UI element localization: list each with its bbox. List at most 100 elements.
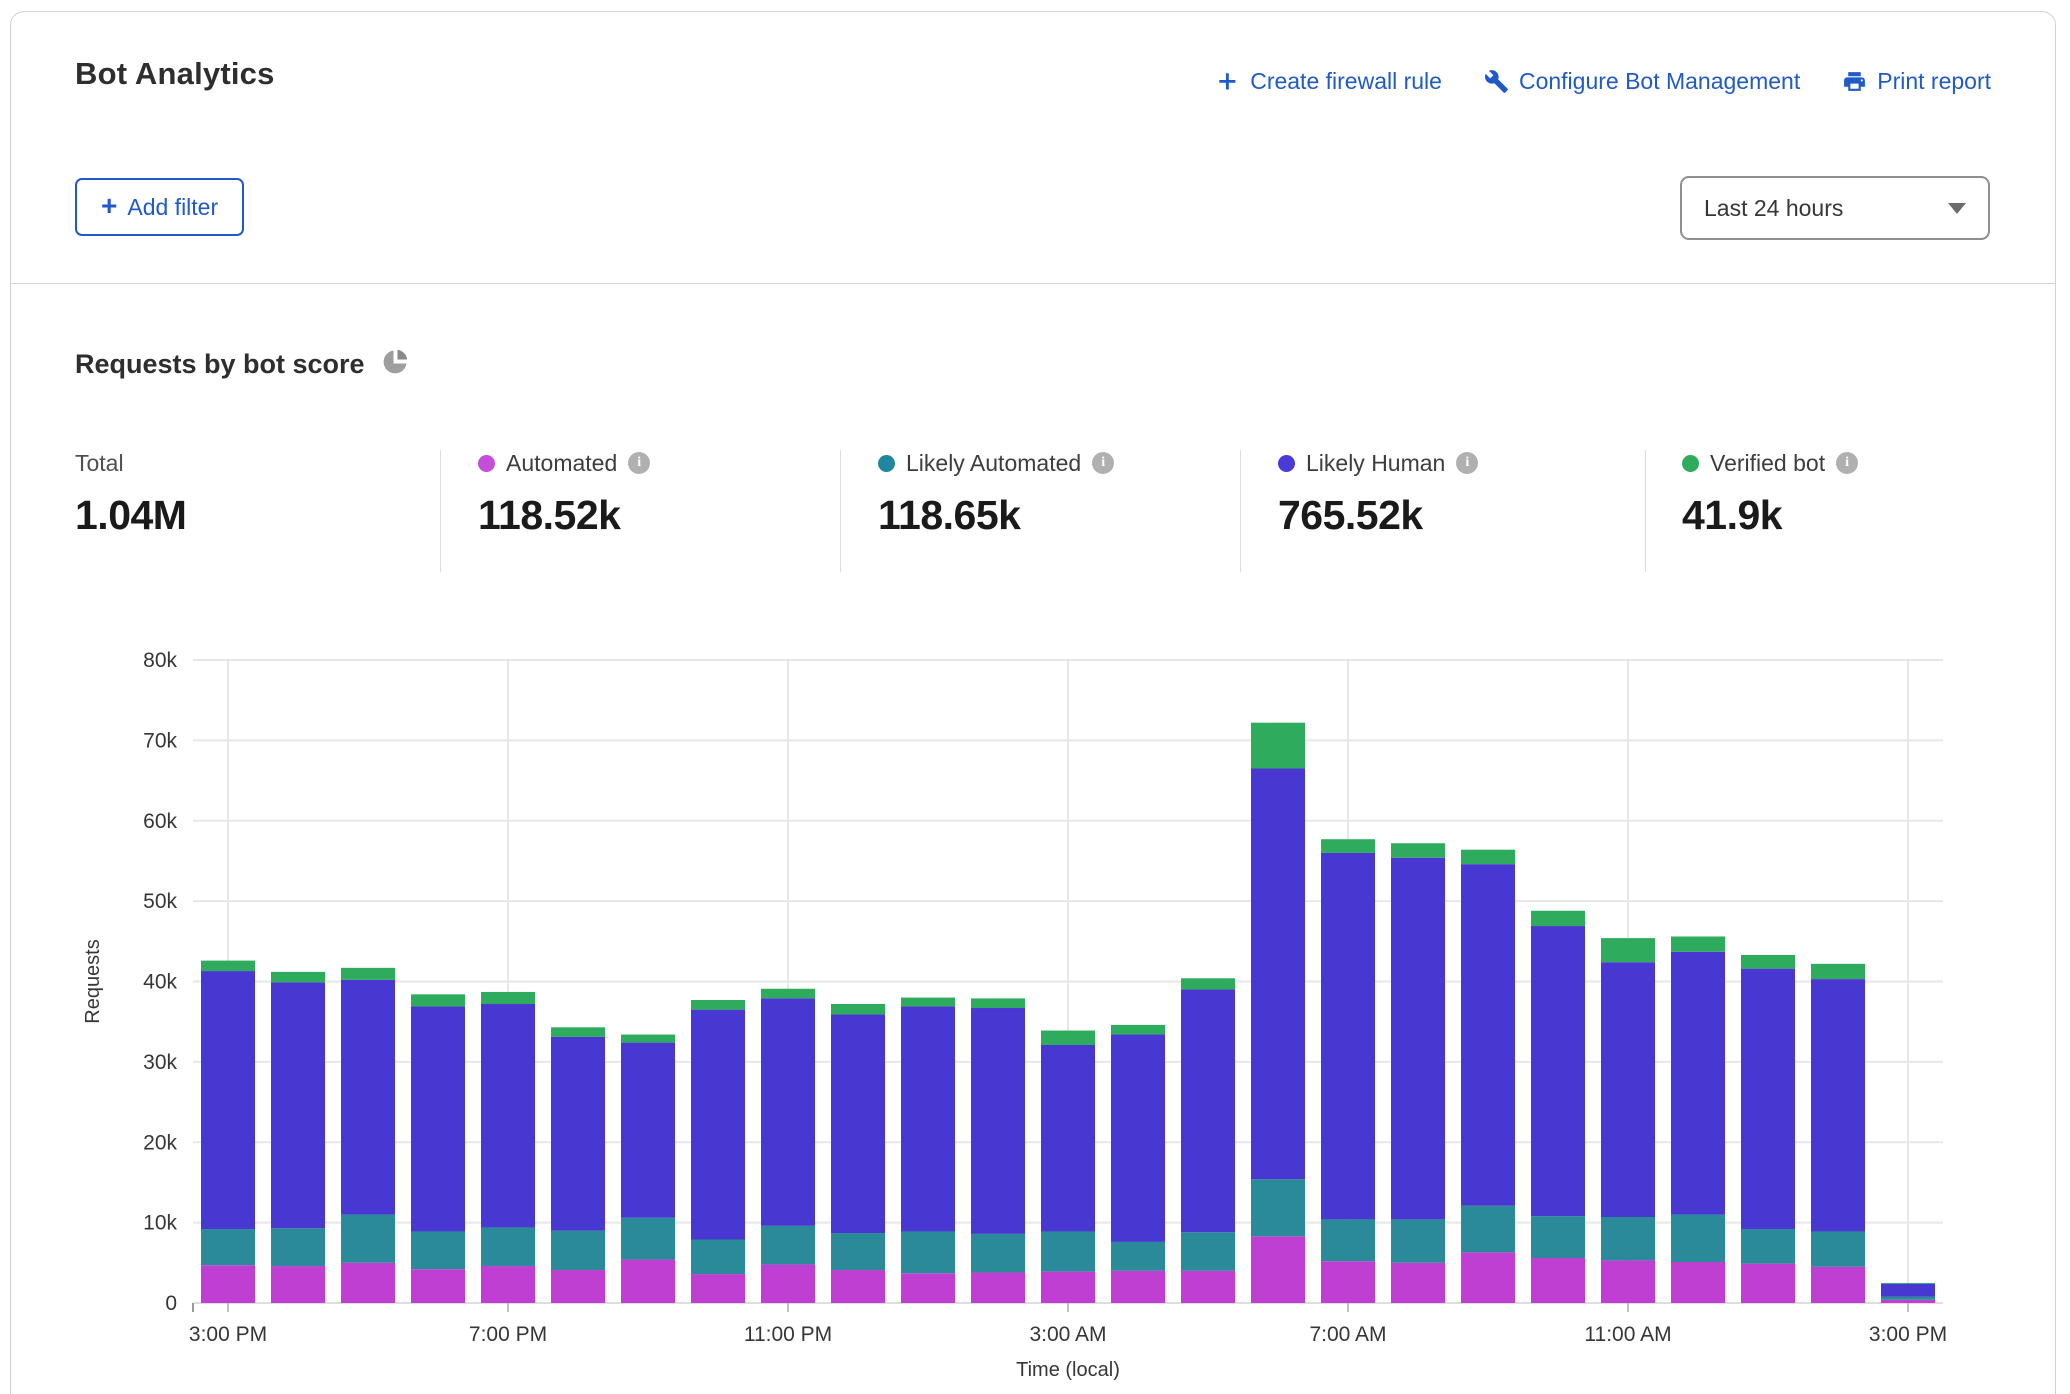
bar-segment[interactable]	[1391, 858, 1445, 1220]
bar-segment[interactable]	[1461, 864, 1515, 1206]
bar-segment[interactable]	[271, 982, 325, 1228]
bar-segment[interactable]	[1531, 926, 1585, 1216]
bar-segment[interactable]	[481, 992, 535, 1004]
bar-segment[interactable]	[271, 972, 325, 982]
bar-segment[interactable]	[1111, 1242, 1165, 1271]
info-icon[interactable]: i	[1836, 452, 1858, 474]
bar-segment[interactable]	[201, 1265, 255, 1303]
bar-segment[interactable]	[1181, 1271, 1235, 1303]
bar-segment[interactable]	[1601, 938, 1655, 962]
bar-segment[interactable]	[1741, 955, 1795, 969]
bar-segment[interactable]	[1181, 978, 1235, 989]
bar-segment[interactable]	[271, 1266, 325, 1303]
bar-segment[interactable]	[1601, 1260, 1655, 1303]
bar-segment[interactable]	[551, 1037, 605, 1231]
bar-segment[interactable]	[1531, 1216, 1585, 1258]
create-firewall-rule-link[interactable]: Create firewall rule	[1216, 68, 1442, 95]
bar-segment[interactable]	[971, 1234, 1025, 1273]
bar-segment[interactable]	[691, 1274, 745, 1303]
bar-segment[interactable]	[1881, 1283, 1935, 1284]
bar-segment[interactable]	[1181, 990, 1235, 1233]
bar-segment[interactable]	[901, 1006, 955, 1231]
bar-segment[interactable]	[621, 1043, 675, 1218]
bar-segment[interactable]	[411, 994, 465, 1006]
bar-segment[interactable]	[691, 1240, 745, 1275]
info-icon[interactable]: i	[1456, 452, 1478, 474]
time-range-select[interactable]: Last 24 hours	[1680, 176, 1990, 240]
bar-segment[interactable]	[691, 1010, 745, 1240]
bar-segment[interactable]	[551, 1231, 605, 1270]
bar-segment[interactable]	[1601, 962, 1655, 1217]
bar-segment[interactable]	[831, 1270, 885, 1303]
bar-segment[interactable]	[1111, 1271, 1165, 1303]
bar-segment[interactable]	[901, 1231, 955, 1273]
bar-segment[interactable]	[971, 998, 1025, 1008]
bar-segment[interactable]	[1881, 1300, 1935, 1303]
bar-segment[interactable]	[1251, 769, 1305, 1180]
bar-segment[interactable]	[1391, 1263, 1445, 1303]
info-icon[interactable]: i	[1092, 452, 1114, 474]
bar-segment[interactable]	[1251, 1179, 1305, 1236]
bar-segment[interactable]	[1811, 1267, 1865, 1303]
bar-segment[interactable]	[1321, 1261, 1375, 1303]
bar-segment[interactable]	[341, 1215, 395, 1263]
bar-segment[interactable]	[1671, 936, 1725, 951]
bar-segment[interactable]	[761, 998, 815, 1225]
bar-segment[interactable]	[1391, 843, 1445, 857]
bar-segment[interactable]	[1041, 1045, 1095, 1231]
bar-segment[interactable]	[201, 1229, 255, 1265]
bar-segment[interactable]	[761, 1264, 815, 1303]
bar-segment[interactable]	[761, 1226, 815, 1265]
bar-segment[interactable]	[341, 968, 395, 980]
bar-segment[interactable]	[831, 1014, 885, 1233]
bar-segment[interactable]	[341, 980, 395, 1215]
bar-segment[interactable]	[481, 1004, 535, 1227]
bar-segment[interactable]	[1741, 969, 1795, 1229]
bar-segment[interactable]	[481, 1266, 535, 1303]
bar-segment[interactable]	[411, 1231, 465, 1269]
bar-segment[interactable]	[621, 1260, 675, 1303]
bar-segment[interactable]	[201, 961, 255, 971]
info-icon[interactable]: i	[628, 452, 650, 474]
bar-segment[interactable]	[411, 1269, 465, 1303]
bar-segment[interactable]	[411, 1006, 465, 1231]
print-report-link[interactable]: Print report	[1842, 68, 1991, 95]
bar-segment[interactable]	[831, 1004, 885, 1014]
bar-segment[interactable]	[1531, 1258, 1585, 1303]
bar-segment[interactable]	[271, 1228, 325, 1266]
bar-segment[interactable]	[901, 1273, 955, 1303]
bar-segment[interactable]	[1461, 1206, 1515, 1253]
bar-segment[interactable]	[971, 1008, 1025, 1234]
bar-segment[interactable]	[201, 971, 255, 1229]
bar-segment[interactable]	[1741, 1229, 1795, 1264]
bar-segment[interactable]	[1111, 1035, 1165, 1242]
bar-segment[interactable]	[1811, 964, 1865, 979]
bar-segment[interactable]	[1881, 1284, 1935, 1297]
bar-segment[interactable]	[1251, 1236, 1305, 1303]
bar-segment[interactable]	[551, 1027, 605, 1037]
bar-segment[interactable]	[1811, 979, 1865, 1231]
bar-segment[interactable]	[551, 1270, 605, 1303]
bar-segment[interactable]	[1391, 1219, 1445, 1262]
bar-segment[interactable]	[1321, 853, 1375, 1220]
bar-segment[interactable]	[621, 1218, 675, 1260]
add-filter-button[interactable]: + Add filter	[75, 178, 244, 236]
bar-segment[interactable]	[1531, 911, 1585, 926]
bar-segment[interactable]	[1251, 723, 1305, 769]
bar-segment[interactable]	[1741, 1264, 1795, 1303]
bar-segment[interactable]	[761, 989, 815, 999]
bar-segment[interactable]	[1041, 1272, 1095, 1303]
bar-segment[interactable]	[971, 1272, 1025, 1303]
bar-segment[interactable]	[1321, 1219, 1375, 1261]
bar-segment[interactable]	[901, 998, 955, 1007]
bar-segment[interactable]	[1671, 1262, 1725, 1303]
bar-segment[interactable]	[621, 1035, 675, 1043]
bar-segment[interactable]	[1461, 850, 1515, 864]
bar-segment[interactable]	[1461, 1252, 1515, 1303]
bar-segment[interactable]	[1811, 1231, 1865, 1266]
bar-segment[interactable]	[341, 1263, 395, 1303]
bar-segment[interactable]	[1671, 1215, 1725, 1262]
bar-segment[interactable]	[1321, 839, 1375, 853]
bar-segment[interactable]	[1881, 1297, 1935, 1300]
bar-segment[interactable]	[691, 1000, 745, 1010]
